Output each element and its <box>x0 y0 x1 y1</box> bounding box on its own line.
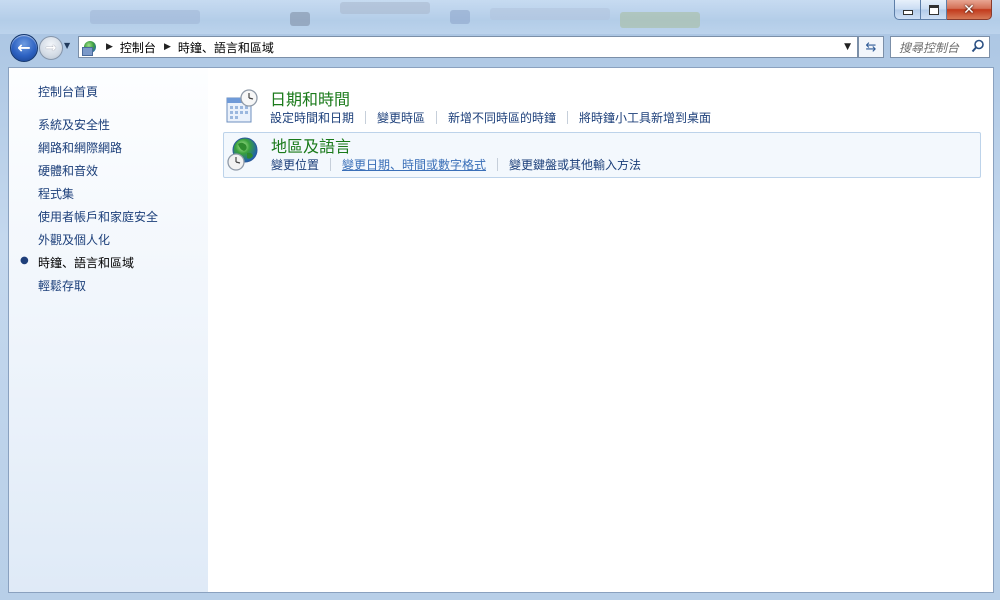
maximize-icon <box>928 4 939 15</box>
search-placeholder: 搜尋控制台 <box>899 40 960 55</box>
caption-buttons: ✕ <box>894 0 992 20</box>
sidebar-item-user-accounts[interactable]: 使用者帳戶和家庭安全 <box>38 208 158 225</box>
category-title-region-language[interactable]: 地區及語言 <box>271 133 351 157</box>
background-blur <box>490 8 610 20</box>
refresh-icon: ⇆ <box>865 39 877 55</box>
close-button[interactable]: ✕ <box>947 0 992 20</box>
sidebar-item-network-internet[interactable]: 網路和網際網路 <box>38 139 122 156</box>
sidebar-home-link[interactable]: 控制台首頁 <box>38 83 98 100</box>
task-links: 設定時間和日期 變更時區 新增不同時區的時鐘 將時鐘小工具新增到桌面 <box>270 109 711 126</box>
breadcrumb-chevron-icon[interactable]: ▶ <box>164 42 171 52</box>
background-blur <box>90 10 200 24</box>
maximize-button[interactable] <box>921 0 947 20</box>
task-pane: 控制台首頁 系統及安全性 網路和網際網路 硬體和音效 程式集 使用者帳戶和家庭安… <box>9 68 208 592</box>
main-panel: 日期和時間 設定時間和日期 變更時區 新增不同時區的時鐘 將時鐘小工具新增到桌面 <box>208 68 993 592</box>
search-icon[interactable] <box>971 39 985 53</box>
background-blur <box>340 2 430 14</box>
close-icon: ✕ <box>963 1 975 18</box>
task-change-time-zone[interactable]: 變更時區 <box>377 109 425 126</box>
back-button[interactable]: ← <box>10 34 38 62</box>
category-title-date-time[interactable]: 日期和時間 <box>270 86 350 110</box>
task-links: 變更位置 變更日期、時間或數字格式 變更鍵盤或其他輸入方法 <box>271 156 641 173</box>
content-area: 控制台首頁 系統及安全性 網路和網際網路 硬體和音效 程式集 使用者帳戶和家庭安… <box>8 67 994 593</box>
task-separator <box>436 111 438 124</box>
forward-arrow-icon: → <box>45 40 57 56</box>
task-separator <box>567 111 569 124</box>
breadcrumb-clock-language-region[interactable]: 時鐘、語言和區域 <box>178 39 274 56</box>
task-separator <box>330 158 332 171</box>
task-set-time-date[interactable]: 設定時間和日期 <box>270 109 354 126</box>
task-change-formats[interactable]: 變更日期、時間或數字格式 <box>342 156 486 173</box>
sidebar-item-system-security[interactable]: 系統及安全性 <box>38 116 110 133</box>
sidebar-item-clock-language-region: 時鐘、語言和區域 <box>38 256 135 270</box>
refresh-button[interactable]: ⇆ <box>858 36 884 58</box>
forward-button[interactable]: → <box>39 36 63 60</box>
address-bar[interactable]: ▶ 控制台 ▶ 時鐘、語言和區域 ▼ <box>78 36 858 58</box>
task-change-keyboards[interactable]: 變更鍵盤或其他輸入方法 <box>509 156 641 173</box>
task-separator <box>365 111 367 124</box>
category-region-language: 地區及語言 變更位置 變更日期、時間或數字格式 變更鍵盤或其他輸入方法 <box>223 132 981 178</box>
control-panel-icon <box>82 39 98 56</box>
back-arrow-icon: ← <box>17 37 31 57</box>
task-add-clock-gadget[interactable]: 將時鐘小工具新增到桌面 <box>579 109 711 126</box>
background-blur <box>620 12 700 28</box>
background-blur <box>290 12 310 26</box>
task-add-clocks[interactable]: 新增不同時區的時鐘 <box>448 109 556 126</box>
window-titlebar: ✕ <box>0 0 1000 34</box>
sidebar-item-appearance[interactable]: 外觀及個人化 <box>38 231 110 248</box>
task-change-location[interactable]: 變更位置 <box>271 156 319 173</box>
sidebar-item-programs[interactable]: 程式集 <box>38 185 74 202</box>
navigation-bar: ← → ▼ ▶ 控制台 ▶ 時鐘、語言和區域 ▼ ⇆ 搜尋控制台 <box>0 34 1000 62</box>
breadcrumb-control-panel[interactable]: 控制台 <box>120 39 156 56</box>
background-blur <box>450 10 470 24</box>
category-date-time: 日期和時間 設定時間和日期 變更時區 新增不同時區的時鐘 將時鐘小工具新增到桌面 <box>223 86 979 130</box>
address-dropdown-icon[interactable]: ▼ <box>844 42 851 52</box>
minimize-button[interactable] <box>894 0 921 20</box>
breadcrumb-chevron-icon[interactable]: ▶ <box>106 42 113 52</box>
current-item-bullet-icon: ● <box>20 255 29 266</box>
sidebar-item-ease-of-access[interactable]: 輕鬆存取 <box>38 277 86 294</box>
minimize-icon <box>902 9 913 15</box>
sidebar-item-hardware-sound[interactable]: 硬體和音效 <box>38 162 98 179</box>
recent-pages-dropdown[interactable]: ▼ <box>64 41 74 51</box>
task-separator <box>497 158 499 171</box>
search-box[interactable]: 搜尋控制台 <box>890 36 990 58</box>
globe-clock-icon[interactable] <box>226 136 260 172</box>
calendar-clock-icon[interactable] <box>225 89 259 125</box>
